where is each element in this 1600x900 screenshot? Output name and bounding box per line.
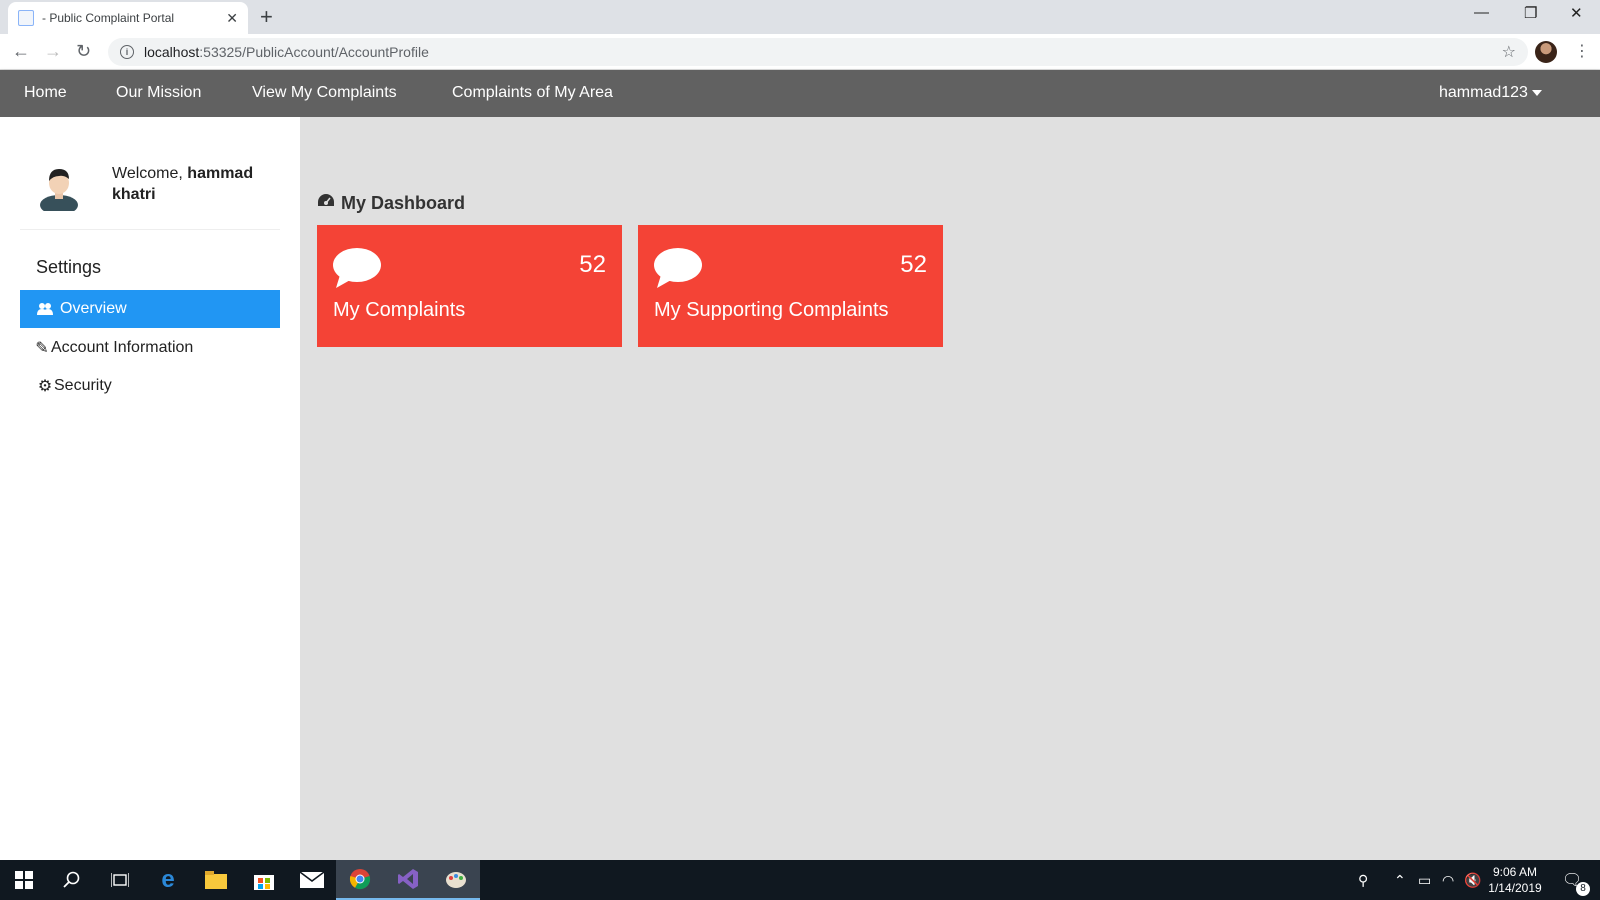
edge-browser-icon[interactable]: e bbox=[144, 860, 192, 900]
minimize-icon[interactable]: — bbox=[1474, 4, 1489, 21]
chrome-icon[interactable] bbox=[336, 860, 384, 900]
gear-icon: ⚙ bbox=[37, 378, 53, 395]
card-label: My Complaints bbox=[333, 299, 466, 321]
paint-icon[interactable] bbox=[432, 860, 480, 900]
url-text[interactable]: localhost:53325/PublicAccount/AccountPro… bbox=[144, 44, 1502, 60]
dashboard-icon bbox=[317, 193, 335, 214]
bookmark-star-icon[interactable]: ☆ bbox=[1502, 42, 1516, 62]
dashboard-title: My Dashboard bbox=[341, 193, 466, 213]
card-my-complaints[interactable]: 52 My Complaints bbox=[317, 225, 622, 347]
task-view-icon[interactable] bbox=[96, 860, 144, 900]
nav-complaints-of-my-area[interactable]: Complaints of My Area bbox=[452, 84, 613, 102]
mail-icon[interactable] bbox=[288, 860, 336, 900]
settings-heading: Settings bbox=[36, 257, 102, 277]
visual-studio-icon[interactable] bbox=[384, 860, 432, 900]
divider bbox=[20, 229, 280, 230]
nav-our-mission[interactable]: Our Mission bbox=[116, 84, 201, 102]
user-name: hammad123 bbox=[1439, 84, 1528, 101]
forward-icon[interactable]: → bbox=[44, 41, 62, 62]
clock-time: 9:06 AM bbox=[1492, 865, 1538, 879]
info-icon[interactable]: i bbox=[120, 45, 134, 59]
url-host: localhost bbox=[144, 44, 200, 60]
card-count: 52 bbox=[900, 251, 927, 278]
welcome-text: Welcome, hammad khatri bbox=[112, 163, 287, 205]
sidebar-item-account-information[interactable]: ✎ Account Information bbox=[20, 329, 280, 367]
site-navbar: Home Our Mission View My Complaints Comp… bbox=[0, 70, 1600, 117]
reload-icon[interactable]: ↻ bbox=[76, 41, 91, 62]
url-path: :53325/PublicAccount/AccountProfile bbox=[199, 44, 429, 60]
users-icon bbox=[36, 302, 54, 316]
sidebar-item-label: Account Information bbox=[51, 339, 194, 356]
page-icon bbox=[18, 10, 34, 26]
back-icon[interactable]: ← bbox=[12, 41, 30, 62]
user-menu[interactable]: hammad123 bbox=[1439, 84, 1542, 102]
search-icon[interactable] bbox=[48, 860, 96, 900]
pencil-icon: ✎ bbox=[35, 340, 49, 357]
wifi-icon[interactable]: ◠ bbox=[1442, 872, 1454, 889]
sidebar-item-label: Overview bbox=[60, 300, 127, 317]
chevron-up-icon[interactable]: ⌃ bbox=[1394, 872, 1406, 889]
caret-down-icon bbox=[1531, 89, 1542, 96]
volume-muted-icon[interactable]: 🔇 bbox=[1464, 872, 1481, 889]
address-bar[interactable]: i localhost:53325/PublicAccount/AccountP… bbox=[108, 38, 1528, 66]
comment-icon bbox=[654, 248, 702, 288]
clock-date: 1/14/2019 bbox=[1488, 881, 1542, 895]
sidebar: Welcome, hammad khatri Settings Overview… bbox=[0, 117, 300, 860]
taskbar-clock[interactable]: 9:06 AM 1/14/2019 bbox=[1480, 864, 1550, 896]
sidebar-item-label: Security bbox=[54, 377, 112, 394]
tab-title: - Public Complaint Portal bbox=[42, 11, 175, 25]
new-tab-icon[interactable]: + bbox=[260, 4, 273, 30]
restore-icon[interactable]: ❐ bbox=[1524, 4, 1537, 22]
browser-tab[interactable]: - Public Complaint Portal ✕ bbox=[8, 2, 248, 34]
user-avatar bbox=[40, 169, 78, 211]
people-icon[interactable]: ⚲ bbox=[1358, 872, 1368, 889]
dashboard-heading: My Dashboard bbox=[317, 193, 465, 214]
card-count: 52 bbox=[579, 251, 606, 278]
notification-count: 8 bbox=[1576, 882, 1590, 896]
sidebar-item-security[interactable]: ⚙ Security bbox=[20, 367, 280, 405]
comment-icon bbox=[333, 248, 381, 288]
card-label: My Supporting Complaints bbox=[654, 299, 889, 321]
store-icon[interactable] bbox=[240, 860, 288, 900]
nav-view-my-complaints[interactable]: View My Complaints bbox=[252, 84, 397, 102]
close-window-icon[interactable]: ✕ bbox=[1570, 4, 1583, 22]
file-explorer-icon[interactable] bbox=[192, 860, 240, 900]
start-icon[interactable] bbox=[0, 860, 48, 900]
windows-taskbar: e ⚲ ⌃ ▭ ◠ 🔇 9:06 AM 1/14/2019 🗨 8 bbox=[0, 860, 1600, 900]
browser-tabstrip: - Public Complaint Portal ✕ + — ❐ ✕ bbox=[0, 0, 1600, 34]
more-menu-icon[interactable]: ⋮ bbox=[1574, 41, 1590, 61]
close-tab-icon[interactable]: ✕ bbox=[226, 10, 238, 27]
nav-home[interactable]: Home bbox=[24, 84, 67, 102]
browser-toolbar: ← → ↻ i localhost:53325/PublicAccount/Ac… bbox=[0, 34, 1600, 70]
welcome-prefix: Welcome, bbox=[112, 165, 183, 182]
card-my-supporting-complaints[interactable]: 52 My Supporting Complaints bbox=[638, 225, 943, 347]
battery-icon[interactable]: ▭ bbox=[1418, 872, 1431, 889]
sidebar-item-overview[interactable]: Overview bbox=[20, 290, 280, 328]
profile-avatar-icon[interactable] bbox=[1535, 41, 1557, 63]
